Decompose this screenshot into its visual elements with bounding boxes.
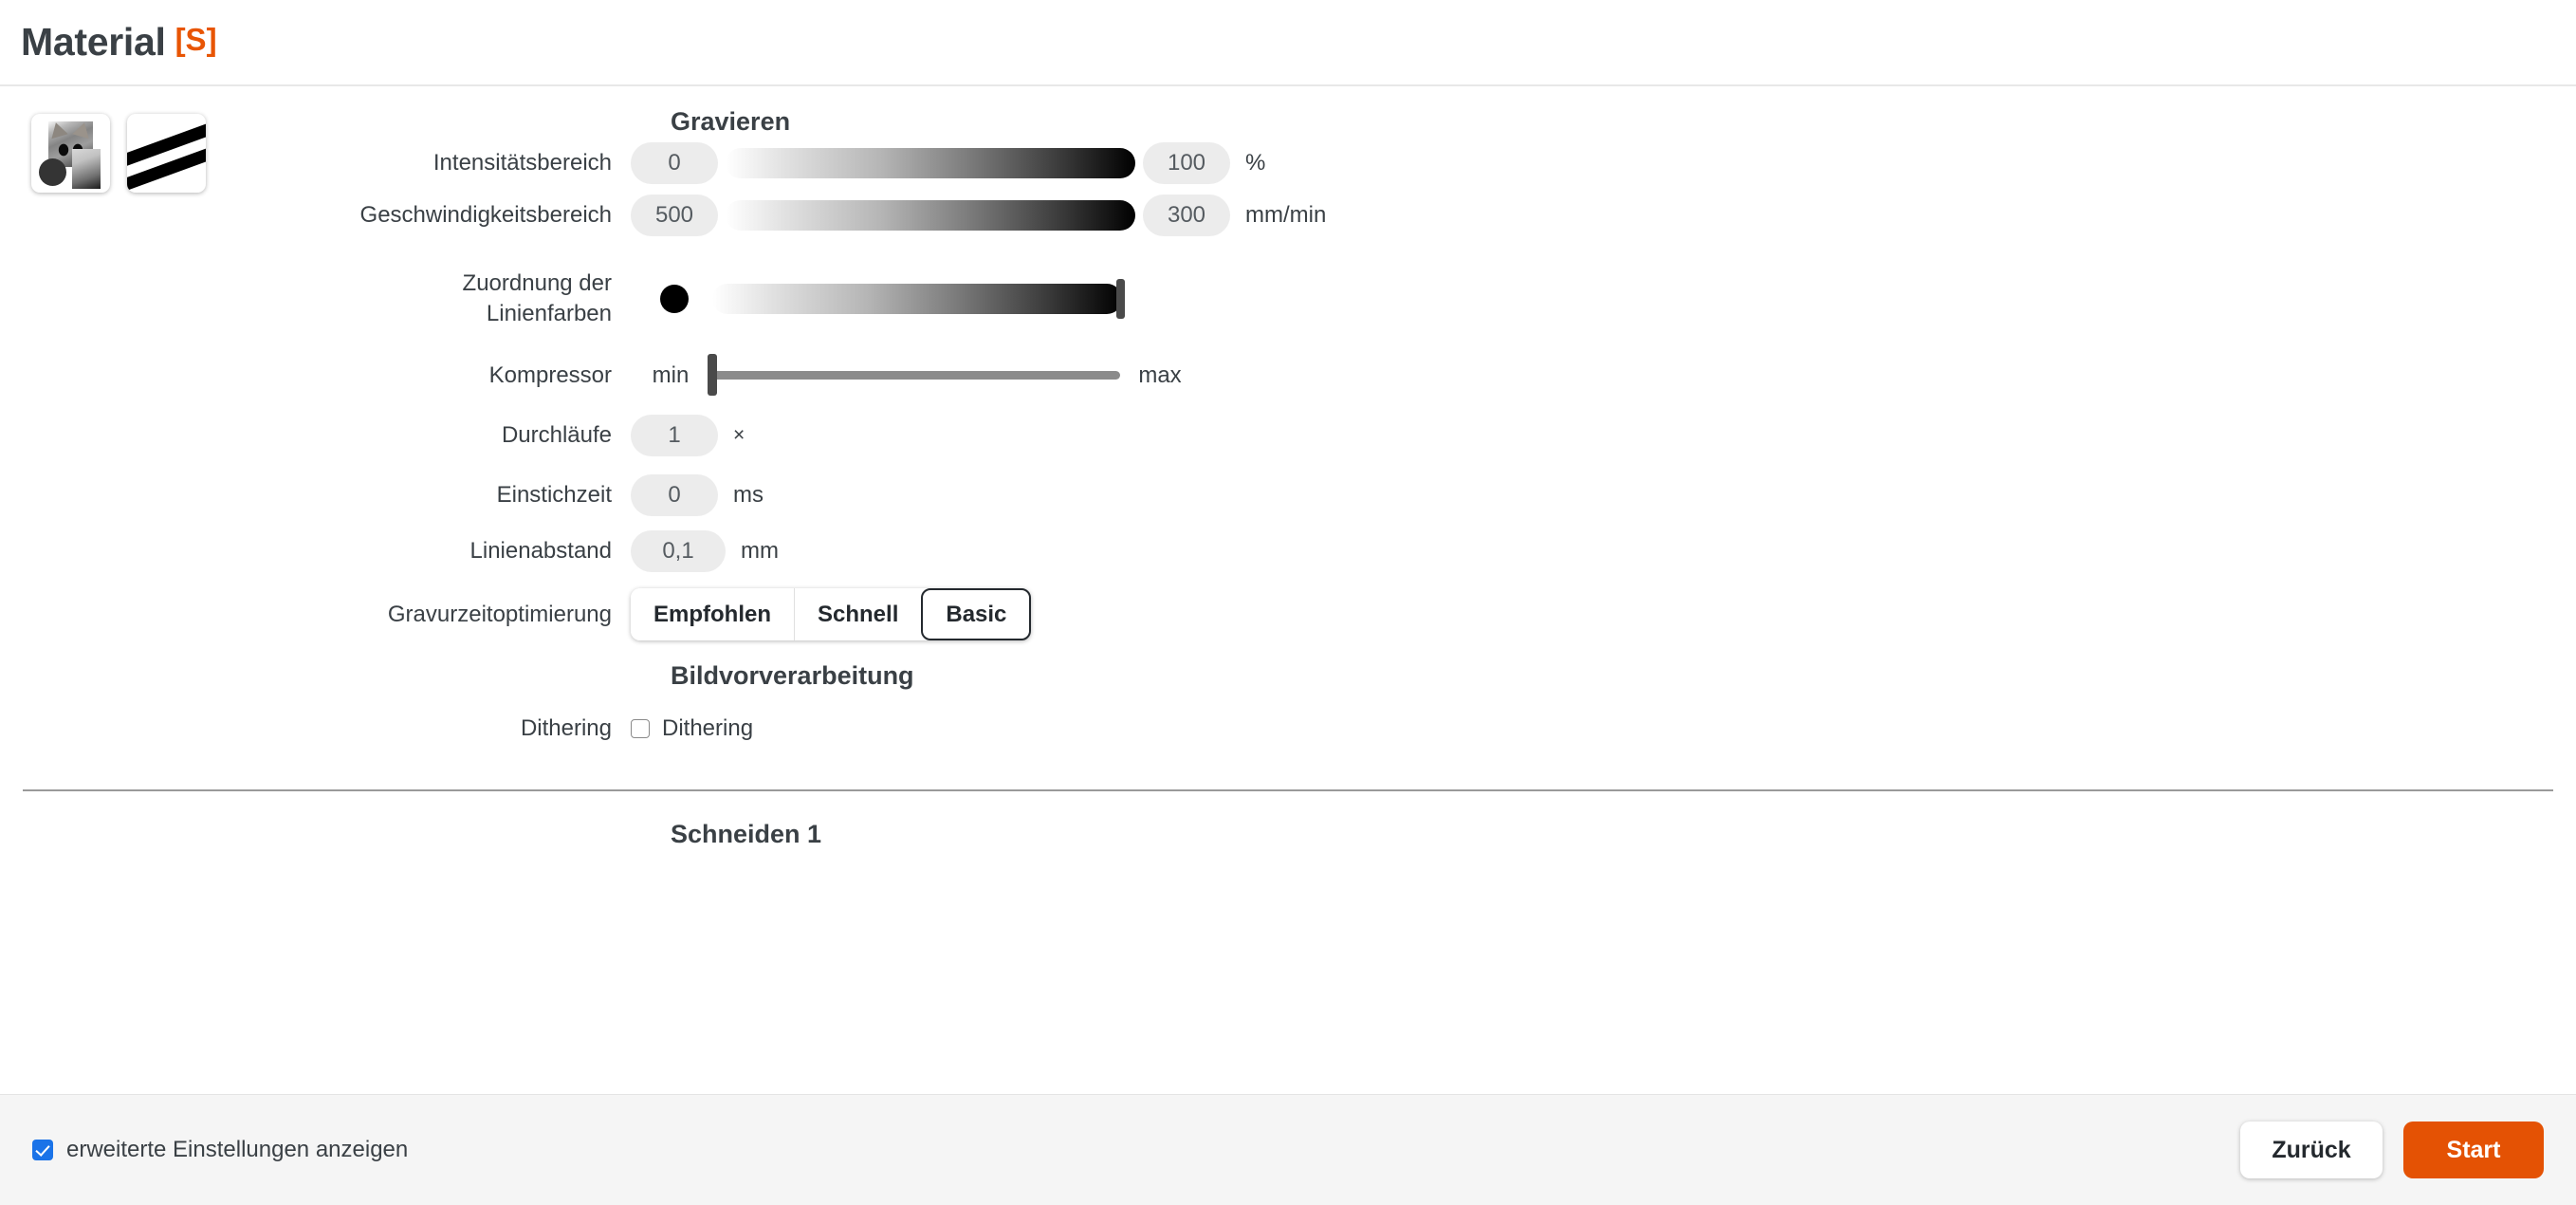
passes-input[interactable] xyxy=(631,414,718,456)
speed-gradient-slider[interactable] xyxy=(726,199,1135,231)
row-line-spacing: Linienabstand mm xyxy=(0,525,2576,577)
label-compressor: Kompressor xyxy=(488,362,612,388)
start-button[interactable]: Start xyxy=(2403,1122,2544,1178)
row-speed: Geschwindigkeitsbereich mm/min xyxy=(0,189,2576,241)
intensity-gradient-slider[interactable] xyxy=(726,147,1135,178)
optimization-option-empfohlen[interactable]: Empfohlen xyxy=(631,588,794,640)
section-divider xyxy=(23,789,2553,791)
controls-compressor: min max xyxy=(631,354,1200,396)
controls-intensity: % xyxy=(631,141,1266,184)
controls-pierce-time: ms xyxy=(631,473,764,516)
compressor-slider[interactable] xyxy=(708,354,1120,396)
content-area: Gravieren Intensitätsbereich % Geschwind… xyxy=(0,88,2576,1094)
row-optimization: Gravurzeitoptimierung Empfohlen Schnell … xyxy=(0,588,2576,640)
controls-line-color-mapping xyxy=(631,279,1130,319)
advanced-settings-checkbox[interactable] xyxy=(32,1140,53,1160)
line-color-swatch[interactable] xyxy=(660,285,689,313)
dithering-checkbox[interactable] xyxy=(631,718,650,738)
row-compressor: Kompressor min max xyxy=(0,349,2576,401)
advanced-settings-label: erweiterte Einstellungen anzeigen xyxy=(66,1137,409,1162)
label-line-spacing: Linienabstand xyxy=(469,537,612,564)
label-optimization: Gravurzeitoptimierung xyxy=(387,601,612,627)
pierce-time-input[interactable] xyxy=(631,473,718,516)
compressor-max-label: max xyxy=(1138,362,1182,388)
speed-min-input[interactable] xyxy=(631,194,718,236)
intensity-max-input[interactable] xyxy=(1143,141,1230,184)
unit-passes: × xyxy=(733,423,745,446)
label-pierce-time: Einstichzeit xyxy=(496,481,612,508)
section-heading-schneiden: Schneiden 1 xyxy=(671,820,822,848)
label-dithering: Dithering xyxy=(520,714,612,741)
unit-intensity: % xyxy=(1245,149,1266,176)
unit-pierce-time: ms xyxy=(733,481,764,508)
label-speed: Geschwindigkeitsbereich xyxy=(359,201,612,228)
footer-bar: erweiterte Einstellungen anzeigen Zurück… xyxy=(0,1094,2576,1205)
material-badge: [S] xyxy=(175,21,217,57)
compressor-slider-handle[interactable] xyxy=(708,354,717,396)
unit-line-spacing: mm xyxy=(741,537,779,564)
compressor-min-label: min xyxy=(652,362,690,388)
row-passes: Durchläufe × xyxy=(0,409,2576,461)
section-heading-gravieren: Gravieren xyxy=(671,107,791,136)
footer-actions: Zurück Start xyxy=(2240,1122,2544,1178)
controls-passes: × xyxy=(631,414,745,456)
settings-form: Gravieren Intensitätsbereich % Geschwind… xyxy=(0,88,2576,849)
unit-speed: mm/min xyxy=(1245,201,1327,228)
speed-max-input[interactable] xyxy=(1143,194,1230,236)
label-line-color-mapping-line1: Zuordnung der xyxy=(462,270,612,297)
advanced-settings-checkbox-wrap[interactable]: erweiterte Einstellungen anzeigen xyxy=(32,1137,408,1163)
row-line-color-mapping: Zuordnung der Linienfarben xyxy=(0,266,2576,332)
controls-dithering: Dithering xyxy=(631,715,753,742)
line-color-slider-handle[interactable] xyxy=(1116,279,1125,319)
page-title: Material xyxy=(21,20,166,64)
label-intensity: Intensitätsbereich xyxy=(432,149,612,176)
row-intensity: Intensitätsbereich % xyxy=(0,137,2576,189)
optimization-segmented-control: Empfohlen Schnell Basic xyxy=(631,588,1032,640)
intensity-min-input[interactable] xyxy=(631,141,718,184)
label-passes: Durchläufe xyxy=(501,421,612,448)
controls-speed: mm/min xyxy=(631,194,1327,236)
optimization-option-basic[interactable]: Basic xyxy=(921,588,1032,640)
dithering-checkbox-wrap[interactable]: Dithering xyxy=(631,715,753,742)
optimization-option-schnell[interactable]: Schnell xyxy=(794,588,922,640)
controls-optimization: Empfohlen Schnell Basic xyxy=(631,588,1032,640)
section-heading-bildvorverarbeitung: Bildvorverarbeitung xyxy=(671,661,914,690)
row-pierce-time: Einstichzeit ms xyxy=(0,469,2576,521)
dithering-checkbox-label: Dithering xyxy=(662,714,754,741)
line-spacing-input[interactable] xyxy=(631,529,726,572)
label-line-color-mapping: Zuordnung der Linienfarben xyxy=(0,269,631,328)
app-header: Material [S] xyxy=(0,0,2576,86)
row-dithering: Dithering Dithering xyxy=(0,702,2576,754)
back-button[interactable]: Zurück xyxy=(2240,1122,2383,1178)
line-color-gradient-slider[interactable] xyxy=(712,279,1125,319)
label-line-color-mapping-line2: Linienfarben xyxy=(486,301,612,326)
controls-line-spacing: mm xyxy=(631,529,779,572)
